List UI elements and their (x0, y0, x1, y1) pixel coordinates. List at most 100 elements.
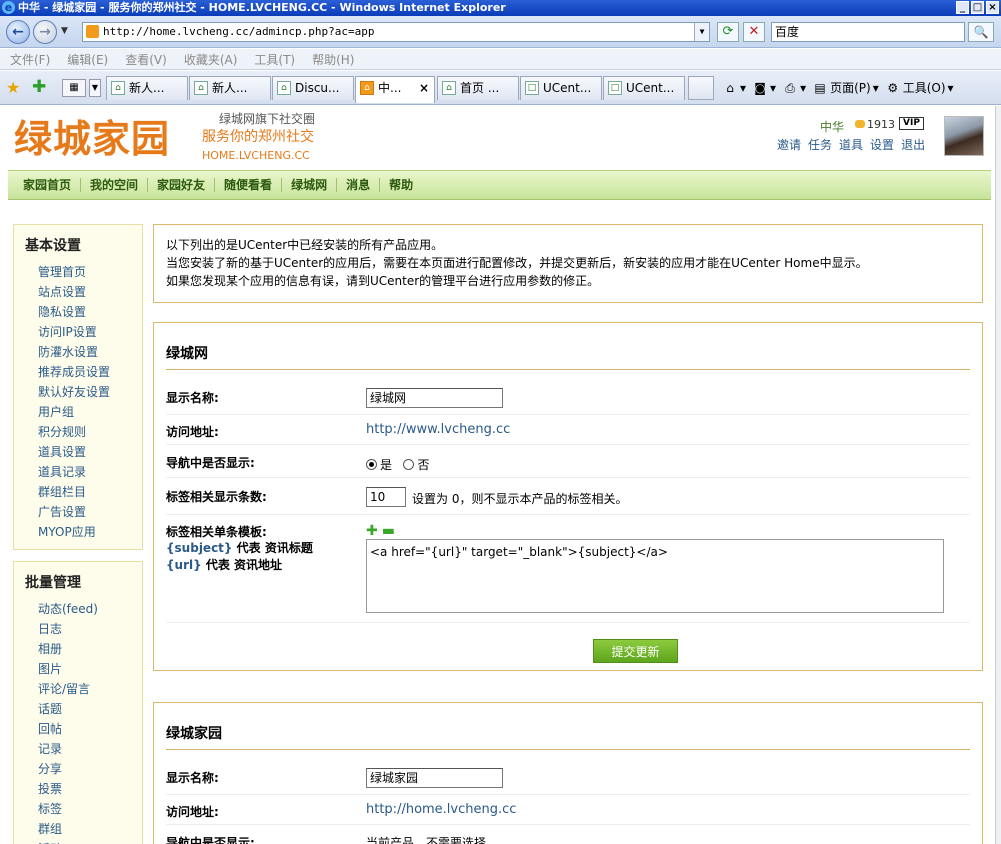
back-button[interactable]: ← (6, 20, 30, 44)
sidebar-item[interactable]: 广告设置 (38, 502, 110, 522)
sidebar-item[interactable]: 隐私设置 (38, 302, 110, 322)
task-link[interactable]: 任务 (808, 136, 832, 153)
tab-label: UCent... (626, 81, 675, 95)
tools-menu-button[interactable]: ⚙ 工具(O) ▾ (885, 79, 953, 96)
nav-messages[interactable]: 消息 (337, 178, 381, 192)
address-input[interactable]: http://home.lvcheng.cc/admincp.php?ac=ap… (82, 22, 710, 42)
sidebar-item[interactable]: 访问IP设置 (38, 322, 110, 342)
add-favorite-icon[interactable]: ✚ (32, 77, 46, 97)
logout-link[interactable]: 退出 (901, 136, 925, 153)
sidebar-item[interactable]: 道具记录 (38, 462, 110, 482)
sidebar-item[interactable]: 分享 (38, 759, 98, 779)
tag-count-input[interactable]: 10 (366, 487, 406, 507)
window-title: 中华 - 绿城家园 - 服务你的郑州社交 - HOME.LVCHENG.CC -… (18, 1, 506, 14)
sidebar-item[interactable]: MYOP应用 (38, 522, 110, 542)
sidebar-item[interactable]: 标签 (38, 799, 98, 819)
refresh-button[interactable]: ⟳ (717, 22, 739, 42)
sidebar-item[interactable]: 默认好友设置 (38, 382, 110, 402)
menu-edit[interactable]: 编辑(E) (67, 51, 108, 68)
props-link[interactable]: 道具 (839, 136, 863, 153)
feeds-button[interactable]: ◙ ▾ (752, 80, 776, 96)
sidebar-item[interactable]: 回帖 (38, 719, 98, 739)
sidebar-item[interactable]: 活动 (38, 839, 98, 844)
sidebar-item[interactable]: 图片 (38, 659, 98, 679)
nav-browse[interactable]: 随便看看 (215, 178, 283, 192)
tab-4-active[interactable]: ⌂ 中... × (355, 76, 435, 103)
display-name-input[interactable]: 绿城网 (366, 388, 503, 408)
sidebar-item[interactable]: 站点设置 (38, 282, 110, 302)
home-icon: ⌂ (111, 81, 125, 95)
settings-link[interactable]: 设置 (870, 136, 894, 153)
display-name-input[interactable]: 绿城家园 (366, 768, 503, 788)
page-scrollbar[interactable] (995, 106, 1001, 844)
tab-2[interactable]: ⌂ 新人... (189, 76, 271, 100)
tab-3[interactable]: ⌂ Discu... (272, 76, 354, 100)
sidebar-item[interactable]: 日志 (38, 619, 98, 639)
radio-yes[interactable] (366, 459, 377, 470)
expand-plus-icon[interactable]: ✚ (366, 523, 378, 539)
avatar[interactable] (944, 116, 984, 156)
user-name-link[interactable]: 中华 (820, 118, 844, 135)
site-favicon-icon (86, 25, 99, 38)
sidebar-item[interactable]: 防灌水设置 (38, 342, 110, 362)
stop-button[interactable]: ✕ (743, 22, 765, 42)
sidebar-item[interactable]: 积分规则 (38, 422, 110, 442)
sidebar-item[interactable]: 群组栏目 (38, 482, 110, 502)
close-window-button[interactable]: × (986, 1, 999, 14)
sidebar-item[interactable]: 群组 (38, 819, 98, 839)
search-icon[interactable]: 🔍 (968, 22, 994, 42)
sidebar-item[interactable]: 推荐成员设置 (38, 362, 110, 382)
tab-6[interactable]: □ UCent... (520, 76, 602, 100)
tab-list-dropdown-icon[interactable]: ▼ (89, 79, 101, 97)
sidebar-basic-list: 管理首页 站点设置 隐私设置 访问IP设置 防灌水设置 推荐成员设置 默认好友设… (38, 262, 110, 542)
menu-tools[interactable]: 工具(T) (254, 51, 295, 68)
sidebar-item[interactable]: 记录 (38, 739, 98, 759)
tab-5[interactable]: ⌂ 首页 ... (437, 76, 519, 100)
sidebar-item[interactable]: 用户组 (38, 402, 110, 422)
nav-friends[interactable]: 家园好友 (148, 178, 216, 192)
sidebar-item[interactable]: 道具设置 (38, 442, 110, 462)
menu-file[interactable]: 文件(F) (10, 51, 50, 68)
nav-help[interactable]: 帮助 (380, 178, 422, 192)
submit-update-button[interactable]: 提交更新 (593, 639, 678, 663)
sidebar-item[interactable]: 评论/留言 (38, 679, 98, 699)
history-dropdown-icon[interactable]: ▼ (61, 26, 68, 36)
nav-lvcheng[interactable]: 绿城网 (282, 178, 338, 192)
sidebar-item[interactable]: 管理首页 (38, 262, 110, 282)
logo-tagline-3: HOME.LVCHENG.CC (202, 149, 310, 162)
tag-count-hint: 设置为 0，则不显示本产品的标签相关。 (412, 492, 628, 506)
quick-tabs-icon[interactable]: ▦ (62, 79, 86, 97)
sidebar-item[interactable]: 动态(feed) (38, 599, 98, 619)
home-icon: ⌂ (442, 81, 456, 95)
menu-view[interactable]: 查看(V) (125, 51, 167, 68)
nav-home[interactable]: 家园首页 (14, 178, 82, 192)
print-button[interactable]: ⎙ ▾ (782, 80, 806, 96)
sidebar-item[interactable]: 相册 (38, 639, 98, 659)
page-menu-button[interactable]: ▤ 页面(P) ▾ (812, 79, 878, 96)
home-button[interactable]: ⌂ ▾ (722, 80, 746, 96)
tab-7[interactable]: □ UCent... (603, 76, 685, 100)
site-logo[interactable]: 绿城家园 (14, 117, 170, 161)
search-input[interactable]: 百度 (771, 22, 965, 42)
intro-notice: 以下列出的是UCenter中已经安装的所有产品应用。 当您安装了新的基于UCen… (153, 224, 983, 303)
close-tab-icon[interactable]: × (419, 77, 429, 99)
radio-no[interactable] (403, 459, 415, 470)
command-bar: ⌂ ▾ ◙ ▾ ⎙ ▾ ▤ 页面(P) ▾ ⚙ 工具(O) ▾ (722, 79, 953, 96)
template-textarea[interactable]: <a href="{url}" target="_blank">{subject… (366, 539, 944, 613)
sidebar-item[interactable]: 投票 (38, 779, 98, 799)
tab-1[interactable]: ⌂ 新人... (106, 76, 188, 100)
menu-help[interactable]: 帮助(H) (312, 51, 354, 68)
address-dropdown-icon[interactable]: ▼ (694, 23, 709, 41)
nav-display-radios: 是 否 (366, 456, 429, 473)
minimize-button[interactable]: _ (956, 1, 969, 14)
nav-my-space[interactable]: 我的空间 (81, 178, 149, 192)
new-tab-button[interactable] (688, 76, 714, 100)
collapse-minus-icon[interactable]: ▬ (382, 523, 395, 539)
sidebar-item[interactable]: 话题 (38, 699, 98, 719)
maximize-button[interactable]: □ (971, 1, 984, 14)
sidebar-batch-list: 动态(feed) 日志 相册 图片 评论/留言 话题 回帖 记录 分享 投票 标… (38, 599, 98, 844)
menu-favorites[interactable]: 收藏夹(A) (184, 51, 238, 68)
favorites-star-icon[interactable]: ★ (6, 78, 20, 97)
invite-link[interactable]: 邀请 (777, 136, 801, 153)
forward-button[interactable]: → (33, 20, 57, 44)
